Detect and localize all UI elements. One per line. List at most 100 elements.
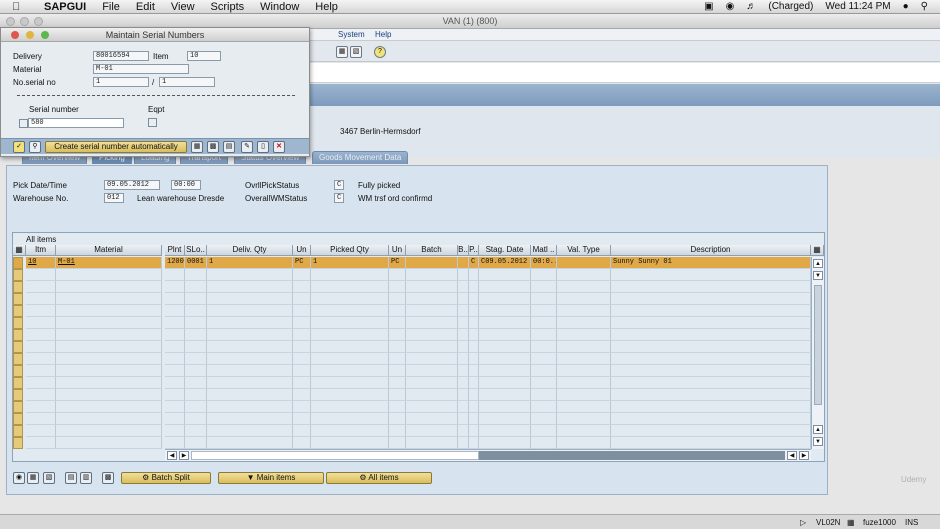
- empty-cell[interactable]: [56, 293, 162, 305]
- cell-slo[interactable]: 0001: [185, 257, 207, 269]
- cell-un[interactable]: PC: [293, 257, 311, 269]
- empty-cell[interactable]: [458, 425, 469, 437]
- empty-cell[interactable]: [531, 317, 557, 329]
- empty-cell[interactable]: [207, 353, 293, 365]
- empty-cell[interactable]: [389, 293, 406, 305]
- empty-cell[interactable]: [557, 305, 611, 317]
- empty-cell[interactable]: [479, 365, 531, 377]
- empty-cell[interactable]: [185, 389, 207, 401]
- empty-cell[interactable]: [479, 377, 531, 389]
- status-mode[interactable]: INS: [905, 518, 918, 527]
- empty-cell[interactable]: [557, 317, 611, 329]
- empty-cell[interactable]: [165, 413, 185, 425]
- empty-cell[interactable]: [557, 365, 611, 377]
- empty-cell[interactable]: [458, 305, 469, 317]
- empty-cell[interactable]: [207, 341, 293, 353]
- empty-cell[interactable]: [311, 269, 389, 281]
- empty-cell[interactable]: [56, 317, 162, 329]
- menu-file[interactable]: File: [102, 1, 120, 13]
- volume-icon[interactable]: ♬: [746, 1, 756, 12]
- empty-cell[interactable]: [185, 365, 207, 377]
- empty-cell[interactable]: [26, 413, 56, 425]
- empty-cell[interactable]: [185, 329, 207, 341]
- empty-cell[interactable]: [311, 425, 389, 437]
- scroll-page-down-icon[interactable]: ▼: [813, 271, 823, 280]
- table-row-empty[interactable]: [13, 305, 811, 317]
- empty-cell[interactable]: [611, 413, 811, 425]
- empty-cell[interactable]: [185, 281, 207, 293]
- empty-cell[interactable]: [406, 341, 458, 353]
- empty-cell[interactable]: [165, 293, 185, 305]
- row-selector[interactable]: [13, 353, 23, 365]
- empty-cell[interactable]: [458, 365, 469, 377]
- pick-date-field[interactable]: 09.05.2012: [104, 180, 160, 190]
- col-un[interactable]: Un: [293, 245, 311, 256]
- create-serial-auto-button[interactable]: Create serial number automatically: [45, 141, 187, 153]
- empty-cell[interactable]: [185, 269, 207, 281]
- empty-cell[interactable]: [531, 353, 557, 365]
- empty-cell[interactable]: [311, 305, 389, 317]
- empty-cell[interactable]: [185, 437, 207, 449]
- select-all-rows-icon[interactable]: ▦: [27, 472, 39, 484]
- empty-cell[interactable]: [56, 437, 162, 449]
- empty-cell[interactable]: [479, 305, 531, 317]
- vertical-scrollbar[interactable]: ▲ ▼ ▲ ▼: [811, 257, 824, 449]
- empty-cell[interactable]: [311, 317, 389, 329]
- empty-cell[interactable]: [311, 341, 389, 353]
- empty-cell[interactable]: [207, 269, 293, 281]
- change-layout-icon[interactable]: ▩: [102, 472, 114, 484]
- empty-cell[interactable]: [406, 293, 458, 305]
- scroll-left-page-icon[interactable]: ◀: [787, 451, 797, 460]
- empty-cell[interactable]: [311, 353, 389, 365]
- empty-cell[interactable]: [311, 329, 389, 341]
- table-row-empty[interactable]: [13, 437, 811, 449]
- empty-cell[interactable]: [389, 329, 406, 341]
- apple-icon[interactable]: : [12, 1, 28, 13]
- table-row-empty[interactable]: [13, 269, 811, 281]
- empty-cell[interactable]: [611, 293, 811, 305]
- empty-cell[interactable]: [165, 305, 185, 317]
- empty-cell[interactable]: [293, 269, 311, 281]
- empty-cell[interactable]: [458, 341, 469, 353]
- select-all-icon[interactable]: ▦: [13, 245, 26, 256]
- empty-cell[interactable]: [56, 305, 162, 317]
- empty-cell[interactable]: [479, 353, 531, 365]
- empty-cell[interactable]: [557, 293, 611, 305]
- empty-cell[interactable]: [293, 353, 311, 365]
- empty-cell[interactable]: [207, 293, 293, 305]
- empty-cell[interactable]: [56, 401, 162, 413]
- sap-menu-help[interactable]: Help: [375, 30, 391, 39]
- empty-cell[interactable]: [56, 377, 162, 389]
- empty-cell[interactable]: [26, 365, 56, 377]
- delivery-field[interactable]: 80016594: [93, 51, 149, 61]
- batch-split-button[interactable]: ⚙ Batch Split: [121, 472, 211, 484]
- table-row-empty[interactable]: [13, 341, 811, 353]
- col-description[interactable]: Description: [611, 245, 811, 256]
- empty-cell[interactable]: [165, 341, 185, 353]
- empty-cell[interactable]: [165, 437, 185, 449]
- col-batch[interactable]: Batch: [406, 245, 458, 256]
- wifi-icon[interactable]: ◉: [726, 1, 735, 12]
- empty-cell[interactable]: [311, 293, 389, 305]
- eqpt-checkbox[interactable]: [148, 118, 157, 127]
- table-row-empty[interactable]: [13, 293, 811, 305]
- empty-cell[interactable]: [406, 377, 458, 389]
- empty-cell[interactable]: [56, 341, 162, 353]
- empty-cell[interactable]: [56, 329, 162, 341]
- empty-cell[interactable]: [458, 401, 469, 413]
- empty-cell[interactable]: [311, 389, 389, 401]
- cell-material[interactable]: M-01: [56, 257, 162, 269]
- empty-cell[interactable]: [557, 401, 611, 413]
- empty-cell[interactable]: [406, 413, 458, 425]
- empty-cell[interactable]: [458, 437, 469, 449]
- empty-cell[interactable]: [557, 281, 611, 293]
- table-row[interactable]: 10 M-01 1200 0001 1 PC 1 PC C C09.05.201…: [13, 257, 811, 269]
- col-matl[interactable]: Matl ..: [531, 245, 557, 256]
- menu-edit[interactable]: Edit: [136, 1, 155, 13]
- empty-cell[interactable]: [207, 281, 293, 293]
- empty-cell[interactable]: [165, 353, 185, 365]
- empty-cell[interactable]: [293, 401, 311, 413]
- confirm-icon[interactable]: ✓: [13, 141, 25, 153]
- empty-cell[interactable]: [531, 281, 557, 293]
- empty-cell[interactable]: [611, 401, 811, 413]
